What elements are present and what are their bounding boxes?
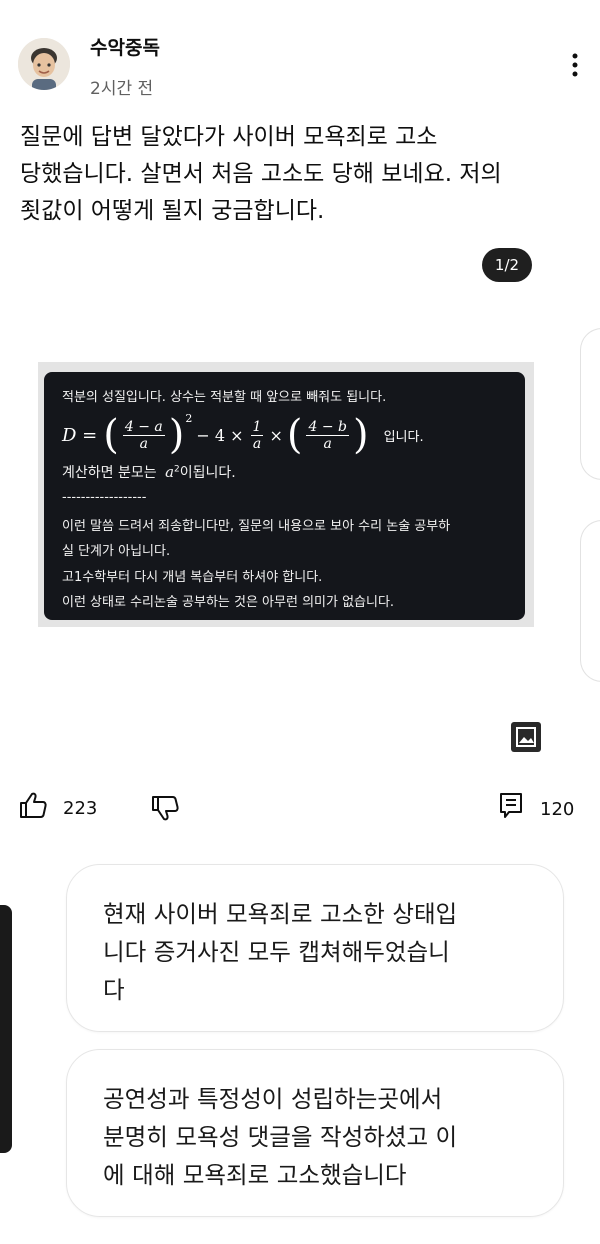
comment-count: 120	[540, 799, 575, 820]
image-divider: ------------------	[62, 490, 147, 505]
formula-paren: )	[352, 412, 369, 458]
image-text-line: 계산하면 분모는 a2이됩니다.	[62, 462, 236, 482]
image-text-line: 이런 상태로 수리논술 공부하는 것은 아무런 의미가 없습니다.	[62, 595, 395, 610]
comment-text: 공연성과 특정성이 성립하는곳에서 분명히 모욕성 댓글을 작성하셨고 이 에 …	[103, 1085, 458, 1189]
like-count: 223	[63, 798, 98, 819]
formula-times: ×	[269, 425, 283, 445]
formula-denominator: a	[252, 435, 262, 452]
comment-bubble[interactable]: 현재 사이버 모욕죄로 고소한 상태입 니다 증거사진 모두 캡쳐해두었습니 다	[66, 864, 564, 1032]
formula-fraction: 1 a	[250, 418, 264, 452]
formula-lhs: D =	[62, 424, 98, 446]
formula-exponent: 2	[185, 412, 193, 425]
formula-suffix: 입니다.	[383, 429, 424, 445]
left-edge-bar	[0, 905, 12, 1153]
author-name[interactable]: 수악중독	[90, 33, 160, 60]
more-vert-icon[interactable]	[560, 50, 590, 80]
post-image-content: 적분의 성질입니다. 상수는 적분할 때 앞으로 빼줘도 됩니다. D = ( …	[44, 372, 525, 620]
formula-numerator: 1	[250, 418, 264, 436]
post-time: 2시간 전	[90, 79, 154, 99]
line3-prefix: 계산하면 분모는	[62, 465, 157, 481]
formula-numerator: 4 − a	[122, 418, 165, 436]
formula-fraction: 4 − a a	[122, 418, 165, 452]
line3-math: a	[165, 463, 175, 481]
formula-paren: (	[103, 412, 119, 458]
avatar[interactable]	[18, 38, 70, 90]
comment-text: 현재 사이버 모욕죄로 고소한 상태입 니다 증거사진 모두 캡쳐해두었습니 다	[103, 900, 458, 1004]
comment-icon[interactable]	[497, 790, 527, 820]
formula: D = ( 4 − a a ) 2 − 4 × 1 a × ( 4 − b a …	[62, 410, 424, 460]
formula-denominator: a	[139, 435, 148, 452]
thumb-down-icon[interactable]	[150, 793, 180, 823]
formula-fraction: 4 − b a	[306, 419, 349, 452]
post-body: 질문에 답변 달았다가 사이버 모욕죄로 고소 당했습니다. 살면서 처음 고소…	[20, 124, 502, 224]
formula-paren: )	[168, 412, 185, 458]
image-text-line: 고1수학부터 다시 개념 복습부터 하셔야 합니다.	[62, 570, 323, 585]
formula-denominator: a	[323, 435, 332, 452]
formula-mid: − 4 ×	[196, 425, 244, 445]
line3-suffix: 이됩니다.	[179, 465, 236, 481]
image-text-line: 이런 말씀 드려서 죄송합니다만, 질문의 내용으로 보아 수리 논술 공부하	[62, 519, 451, 534]
image-icon[interactable]	[511, 722, 541, 752]
thumb-up-icon[interactable]	[18, 790, 48, 820]
comment-bubble[interactable]: 공연성과 특정성이 성립하는곳에서 분명히 모욕성 댓글을 작성하셨고 이 에 …	[66, 1049, 564, 1217]
next-card-peek[interactable]	[580, 328, 600, 480]
image-text-line: 적분의 성질입니다. 상수는 적분할 때 앞으로 빼줘도 됩니다.	[62, 390, 387, 405]
image-counter: 1/2	[482, 248, 532, 282]
image-text-line: 실 단계가 아닙니다.	[62, 544, 171, 559]
formula-paren: (	[286, 412, 303, 458]
formula-numerator: 4 − b	[306, 418, 349, 436]
next-card-peek[interactable]	[580, 520, 600, 682]
